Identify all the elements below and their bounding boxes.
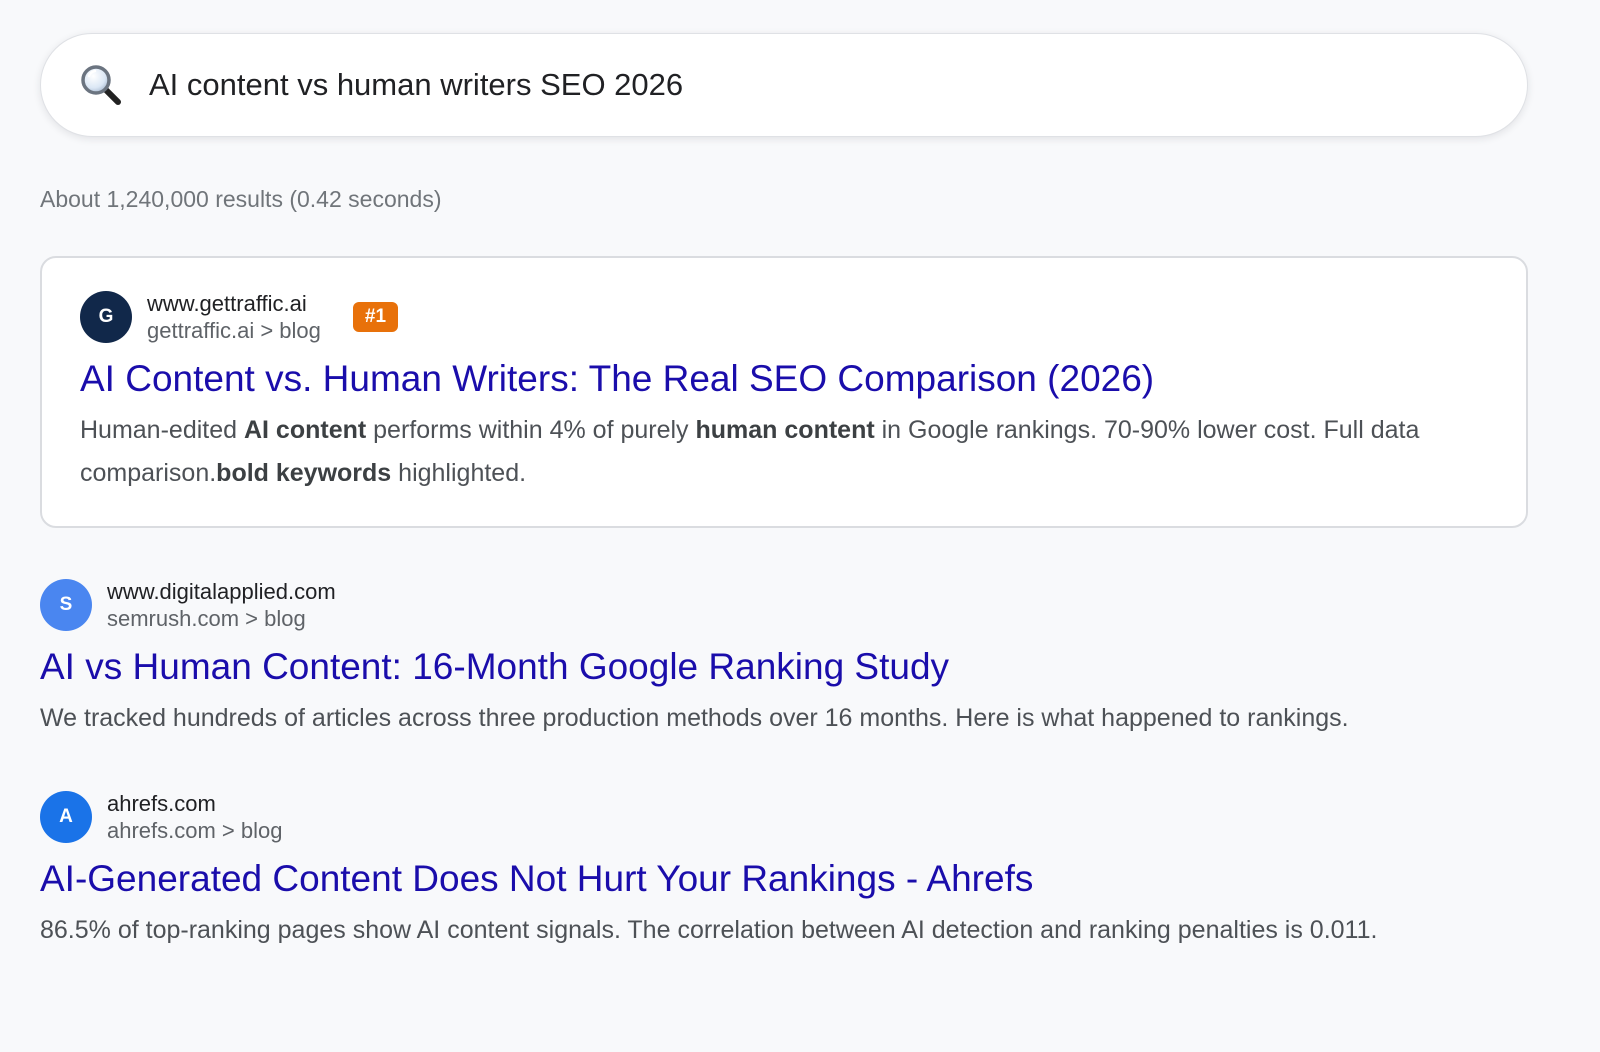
rank-badge: #1: [352, 302, 399, 332]
snippet-text: Human-edited: [80, 416, 244, 444]
site-domain[interactable]: www.gettraffic.ai: [147, 290, 321, 317]
search-result-3: A ahrefs.com ahrefs.com > blog AI-Genera…: [40, 790, 1580, 952]
site-domain[interactable]: www.digitalapplied.com: [107, 578, 336, 605]
site-favicon[interactable]: G: [80, 291, 132, 343]
site-favicon[interactable]: S: [40, 579, 92, 631]
result-title-link[interactable]: AI vs Human Content: 16-Month Google Ran…: [40, 645, 1560, 689]
site-info: S www.digitalapplied.com semrush.com > b…: [40, 578, 1560, 632]
search-result-2: S www.digitalapplied.com semrush.com > b…: [40, 578, 1560, 740]
site-breadcrumb[interactable]: ahrefs.com > blog: [107, 817, 282, 844]
result-snippet: 86.5% of top-ranking pages show AI conte…: [40, 916, 1378, 944]
site-favicon[interactable]: A: [40, 791, 92, 843]
result-snippet: We tracked hundreds of articles across t…: [40, 704, 1349, 732]
search-icon[interactable]: [79, 63, 123, 107]
result-title-link[interactable]: AI-Generated Content Does Not Hurt Your …: [40, 857, 1580, 901]
result-stats: About 1,240,000 results (0.42 seconds): [40, 186, 442, 212]
result-title-link[interactable]: AI Content vs. Human Writers: The Real S…: [80, 357, 1500, 401]
snippet-text: performs within 4% of purely: [366, 416, 696, 444]
site-info: G www.gettraffic.ai gettraffic.ai > blog…: [80, 290, 1500, 344]
site-breadcrumb[interactable]: semrush.com > blog: [107, 605, 336, 632]
search-input[interactable]: AI content vs human writers SEO 2026: [149, 67, 683, 103]
snippet-text: highlighted.: [391, 459, 527, 487]
search-bar[interactable]: AI content vs human writers SEO 2026: [40, 33, 1528, 137]
site-info: A ahrefs.com ahrefs.com > blog: [40, 790, 1580, 844]
result-snippet: Human-edited AI content performs within …: [80, 409, 1480, 495]
site-meta: ahrefs.com ahrefs.com > blog: [107, 790, 282, 844]
snippet-keyword: human content: [695, 416, 875, 444]
site-breadcrumb[interactable]: gettraffic.ai > blog: [147, 317, 321, 344]
site-meta: www.gettraffic.ai gettraffic.ai > blog: [147, 290, 321, 344]
search-result-1: G www.gettraffic.ai gettraffic.ai > blog…: [80, 290, 1500, 495]
site-meta: www.digitalapplied.com semrush.com > blo…: [107, 578, 336, 632]
snippet-keyword: AI content: [243, 416, 367, 444]
site-domain[interactable]: ahrefs.com: [107, 790, 282, 817]
snippet-keyword: bold keywords: [216, 459, 392, 487]
